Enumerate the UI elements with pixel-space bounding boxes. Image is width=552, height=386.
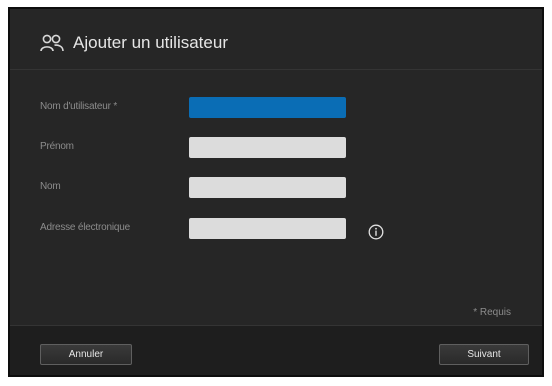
dialog-header: Ajouter un utilisateur [10, 9, 542, 70]
first-name-field[interactable] [189, 137, 346, 158]
users-icon [40, 34, 64, 52]
email-label: Adresse électronique [40, 222, 130, 233]
cancel-button[interactable]: Annuler [40, 344, 132, 365]
last-name-label: Nom [40, 181, 61, 192]
username-label: Nom d'utilisateur * [40, 101, 118, 112]
username-field[interactable] [189, 97, 346, 118]
next-button[interactable]: Suivant [439, 344, 529, 365]
required-note: * Requis [473, 307, 511, 318]
dialog-title: Ajouter un utilisateur [73, 33, 228, 52]
last-name-field[interactable] [189, 177, 346, 198]
email-field[interactable] [189, 218, 346, 239]
info-icon[interactable] [368, 224, 384, 240]
dialog-footer: Annuler Suivant [10, 325, 542, 375]
first-name-label: Prénom [40, 141, 74, 152]
dialog-title-group: Ajouter un utilisateur [40, 33, 228, 53]
add-user-dialog: Ajouter un utilisateur Nom d'utilisateur… [8, 7, 544, 377]
